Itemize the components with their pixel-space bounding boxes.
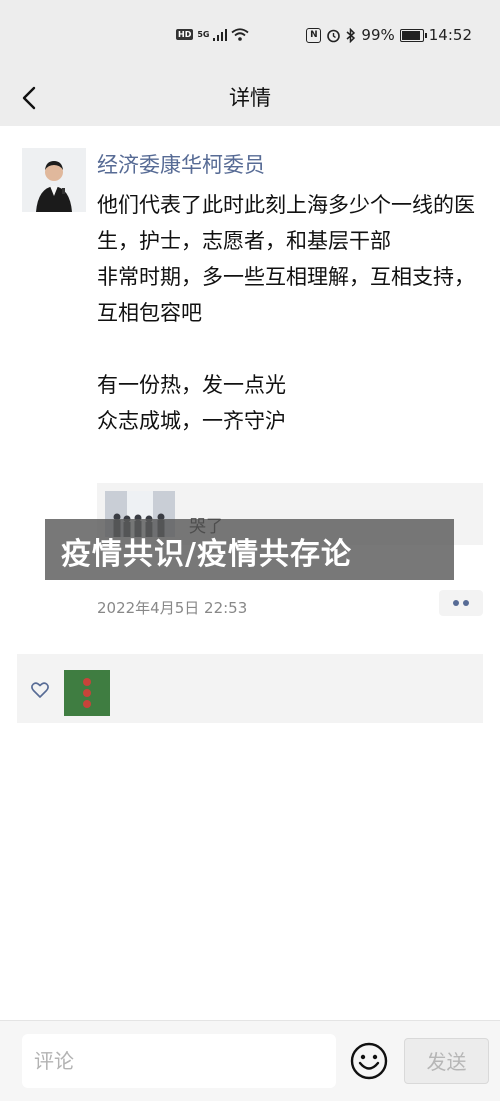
heart-outline-icon <box>31 682 49 698</box>
person-photo <box>22 148 86 212</box>
emoji-icon <box>350 1042 388 1080</box>
signal-icon <box>213 28 228 41</box>
liker-avatar[interactable] <box>64 670 110 716</box>
alarm-icon <box>327 29 341 42</box>
page-title: 详情 <box>229 86 271 110</box>
title-bar: 详情 <box>0 70 500 126</box>
author-name[interactable]: 经济委康华柯委员 <box>97 149 265 179</box>
network-indicators: HD 5G <box>176 28 250 41</box>
battery-percent: 99% <box>361 26 395 44</box>
signal-label: 5G <box>197 30 210 39</box>
overlay-title: 疫情共识/疫情共存论 <box>61 537 352 572</box>
more-dots-icon <box>453 600 459 606</box>
comment-bar: 评论 发送 <box>0 1020 500 1101</box>
more-options-button[interactable] <box>439 590 483 616</box>
status-bar: HD 5G N 99% 14:52 <box>0 0 500 70</box>
hd-badge: HD <box>176 29 194 40</box>
post-timestamp: 2022年4月5日 22:53 <box>97 599 248 617</box>
overlay-banner: 疫情共识/疫情共存论 <box>45 519 454 580</box>
bluetooth-icon <box>346 27 356 43</box>
battery-icon <box>399 28 427 42</box>
nfc-icon: N <box>306 27 322 43</box>
clock: 14:52 <box>428 26 472 44</box>
wifi-icon <box>231 28 250 41</box>
system-indicators: N 99% 14:52 <box>306 26 472 44</box>
author-avatar[interactable] <box>22 148 86 212</box>
emoji-button[interactable] <box>350 1042 388 1080</box>
post-text: 他们代表了此时此刻上海多少个一线的医生，护士，志愿者，和基层干部 非常时期，多一… <box>97 193 475 433</box>
likes-panel <box>17 654 483 723</box>
comment-input[interactable]: 评论 <box>22 1034 336 1088</box>
send-button[interactable]: 发送 <box>404 1038 489 1084</box>
